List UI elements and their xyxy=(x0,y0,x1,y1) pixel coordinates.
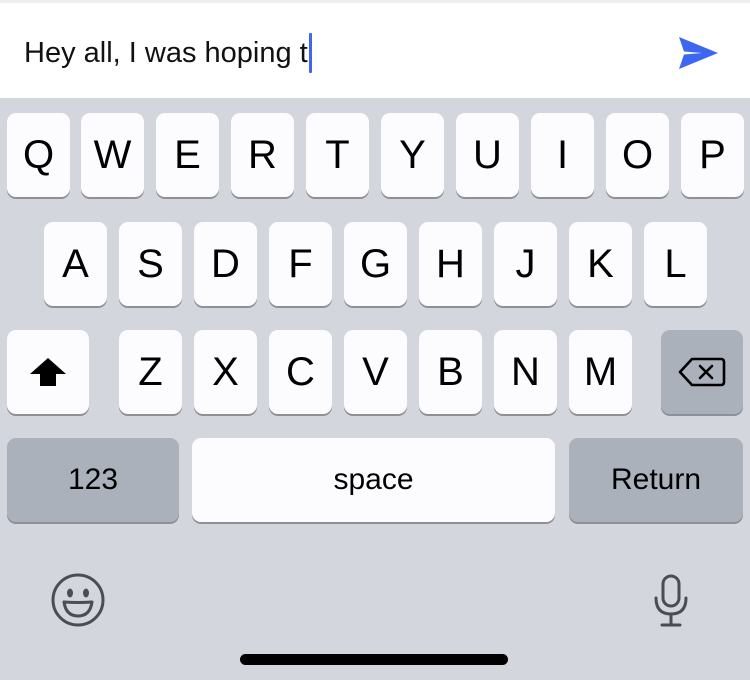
key-label: E xyxy=(174,132,201,177)
message-text: Hey all, I was hoping t xyxy=(24,36,308,69)
microphone-icon xyxy=(654,574,688,627)
key-label: S xyxy=(137,241,164,286)
key-s[interactable]: S xyxy=(119,222,182,306)
return-key-label: Return xyxy=(610,463,702,496)
key-b[interactable]: B xyxy=(419,330,482,414)
shift-key[interactable] xyxy=(7,330,89,414)
key-j[interactable]: J xyxy=(494,222,557,306)
key-d[interactable]: D xyxy=(194,222,257,306)
key-label: Q xyxy=(22,132,55,177)
microphone-button[interactable] xyxy=(652,574,690,628)
key-w[interactable]: W xyxy=(81,113,144,197)
key-label: F xyxy=(288,241,313,286)
message-input-bar: Hey all, I was hoping t xyxy=(0,0,750,98)
key-label: W xyxy=(93,132,132,177)
space-key-label: space xyxy=(333,463,414,496)
key-x[interactable]: X xyxy=(194,330,257,414)
key-n[interactable]: N xyxy=(494,330,557,414)
key-k[interactable]: K xyxy=(569,222,632,306)
key-a[interactable]: A xyxy=(44,222,107,306)
send-icon xyxy=(679,37,718,69)
key-p[interactable]: P xyxy=(681,113,744,197)
key-y[interactable]: Y xyxy=(381,113,444,197)
key-c[interactable]: C xyxy=(269,330,332,414)
key-label: B xyxy=(437,349,464,394)
key-label: A xyxy=(62,241,89,286)
key-label: D xyxy=(211,241,240,286)
text-caret xyxy=(308,33,312,73)
message-input[interactable]: Hey all, I was hoping t xyxy=(24,31,312,75)
key-g[interactable]: G xyxy=(344,222,407,306)
key-label: O xyxy=(621,132,654,177)
emoji-icon xyxy=(51,573,105,627)
key-z[interactable]: Z xyxy=(119,330,182,414)
key-label: V xyxy=(362,349,389,394)
key-label: Z xyxy=(138,349,163,394)
numbers-key[interactable]: 123 xyxy=(7,438,179,522)
key-label: T xyxy=(325,132,350,177)
key-label: Y xyxy=(399,132,426,177)
key-label: P xyxy=(699,132,726,177)
numbers-key-label: 123 xyxy=(67,463,119,496)
key-i[interactable]: I xyxy=(531,113,594,197)
shift-icon xyxy=(30,358,66,386)
key-v[interactable]: V xyxy=(344,330,407,414)
key-label: G xyxy=(359,241,392,286)
key-label: M xyxy=(583,349,618,394)
key-h[interactable]: H xyxy=(419,222,482,306)
backspace-key[interactable] xyxy=(661,330,743,414)
keyboard-screen: Hey all, I was hoping t Q W E R T Y U I … xyxy=(0,0,750,680)
key-t[interactable]: T xyxy=(306,113,369,197)
key-label: J xyxy=(515,241,536,286)
key-q[interactable]: Q xyxy=(7,113,70,197)
key-u[interactable]: U xyxy=(456,113,519,197)
home-indicator[interactable] xyxy=(240,654,508,665)
key-r[interactable]: R xyxy=(231,113,294,197)
key-l[interactable]: L xyxy=(644,222,707,306)
return-key[interactable]: Return xyxy=(569,438,743,522)
backspace-icon xyxy=(678,357,726,387)
key-e[interactable]: E xyxy=(156,113,219,197)
key-label: R xyxy=(248,132,277,177)
space-key[interactable]: space xyxy=(192,438,555,522)
key-label: L xyxy=(664,241,687,286)
key-o[interactable]: O xyxy=(606,113,669,197)
key-label: K xyxy=(587,241,614,286)
key-label: X xyxy=(212,349,239,394)
emoji-button[interactable] xyxy=(50,572,106,628)
key-label: C xyxy=(286,349,315,394)
key-label: N xyxy=(511,349,540,394)
key-m[interactable]: M xyxy=(569,330,632,414)
key-label: U xyxy=(473,132,502,177)
key-label: H xyxy=(436,241,465,286)
key-f[interactable]: F xyxy=(269,222,332,306)
send-button[interactable] xyxy=(674,31,722,75)
key-label: I xyxy=(556,132,569,177)
